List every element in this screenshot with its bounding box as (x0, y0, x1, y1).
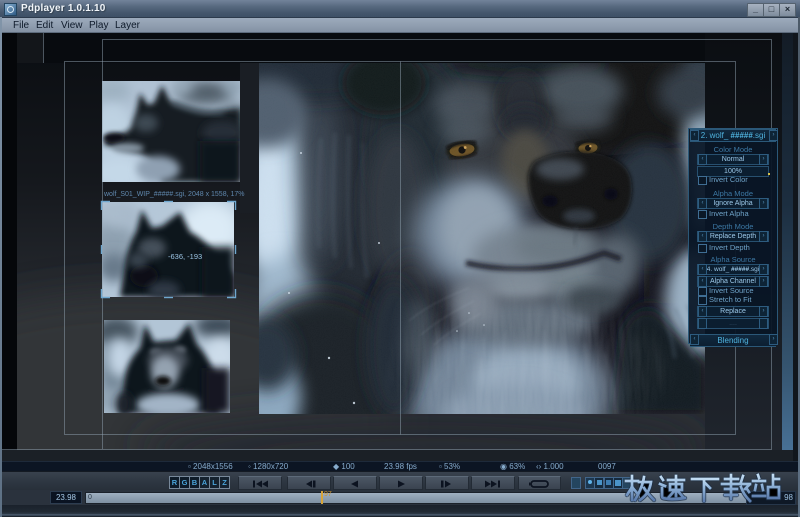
svg-text:wolf_S01_WIP_#####.sgi, 2048 x: wolf_S01_WIP_#####.sgi, 2048 x 1558, 17% (103, 191, 245, 198)
svg-text:-636, -193: -636, -193 (168, 252, 202, 261)
